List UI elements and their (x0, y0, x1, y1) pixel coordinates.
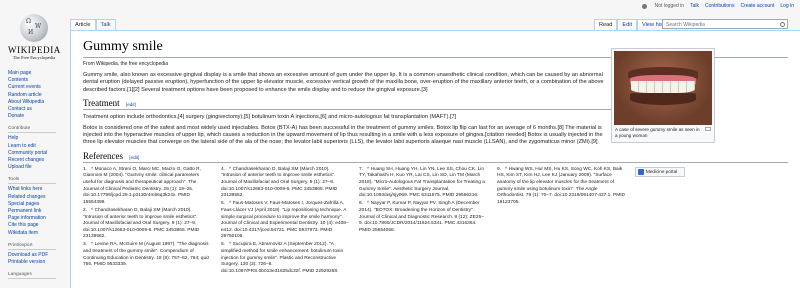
sidebar-item-help[interactable]: Help (8, 135, 70, 142)
search-input[interactable]: Search Wikipedia (662, 19, 788, 29)
sidebar-item-recent-changes[interactable]: Recent changes (8, 157, 70, 164)
gummy-smile-photo[interactable] (614, 51, 712, 125)
sidebar-item-contact-us[interactable]: Contact us (8, 106, 70, 113)
reference-item: 4. ^ Chandrasekharan D, Balaji SM (March … (221, 167, 349, 200)
sidebar-item-about-wikipedia[interactable]: About Wikipedia (8, 99, 70, 106)
tab-edit[interactable]: Edit (617, 19, 638, 30)
treatment-heading: Treatment [edit] (83, 98, 613, 111)
enlarge-icon[interactable] (705, 127, 711, 131)
nav-group-navigation: Main page Contents Current events Random ar… (8, 70, 70, 120)
thumbnail[interactable]: A case of severe gummy smile as seen in … (611, 48, 715, 143)
references-heading: References [edit] (83, 151, 788, 163)
globe-icon: ΩWИ (20, 14, 48, 42)
personal-toolbar: Not logged in Talk Contributions Create acc… (0, 0, 800, 12)
sidebar-item-community-portal[interactable]: Community portal (8, 150, 70, 157)
medicine-portal-label: Medicine portal (646, 168, 678, 174)
reference-item: 1. ^ Monaco A, Streni O, Marci MC, Marzo … (83, 167, 211, 207)
reference-item: 6. ^ Sucupira E, Abramovitz A (September … (221, 242, 349, 275)
sidebar-item-cite-this-page[interactable]: Cite this page (8, 222, 70, 229)
reference-text: ^ Monaco A, Streni O, Marci MC, Marzo G,… (83, 166, 201, 205)
user-icon (641, 3, 647, 9)
intro-paragraph: Gummy smile, also known as excessive gin… (83, 72, 604, 93)
reference-text: ^ Hwang WS, Hur MS, Hu KS, Song WC, Koh … (497, 166, 626, 205)
tab-talk[interactable]: Talk (95, 19, 116, 30)
sidebar-item-download-as-pdf[interactable]: Download as PDF (8, 252, 70, 259)
logo-tagline: The Free Encyclopedia (12, 55, 56, 60)
sidebar-item-special-pages[interactable]: Special pages (8, 201, 70, 208)
personal-contributions[interactable]: Contributions (705, 3, 734, 9)
nav-heading-languages: Languages (8, 272, 56, 280)
reference-item: 5. ^ Faus-Matoses V, Faus-Matoses I, Jorq… (221, 201, 349, 241)
edit-references-link[interactable]: edit (131, 155, 138, 160)
reference-text: ^ Nayyar P, Kumar P, Nayyar PV, Singh A … (359, 201, 484, 233)
tab-article[interactable]: Article (70, 19, 96, 30)
sidebar-item-page-information[interactable]: Page information (8, 215, 70, 222)
nav-heading-contribute: Contribute (8, 126, 56, 134)
nav-heading-tools: Tools (8, 177, 56, 185)
sidebar-item-learn-to-edit[interactable]: Learn to edit (8, 143, 70, 150)
reference-text: ^ Huang SH, Huang YH, Lin YN, Lee SS, Ch… (359, 166, 485, 199)
sidebar-item-random-article[interactable]: Random article (8, 92, 70, 99)
personal-links: Not logged in Talk Contributions Create acc… (641, 3, 794, 9)
reference-item: 7. ^ Huang SH, Huang YH, Lin YN, Lee SS, … (359, 167, 487, 200)
namespace-tabs: Article Talk (70, 19, 116, 30)
reference-text: ^ Chandrasekharan D, Balaji SM (March 20… (83, 207, 200, 240)
reference-text: ^ Faus-Matoses V, Faus-Matoses I, Jorque… (221, 201, 349, 240)
reference-item: 8. ^ Nayyar P, Kumar P, Nayyar PV, Singh … (359, 201, 487, 234)
reference-number: 5. (221, 201, 226, 207)
nav-group-print-export: Print/export Download as PDF Printable ver… (8, 243, 70, 266)
reference-item: 3. ^ Levine RA, McGuire M (August 1997). … (83, 242, 211, 268)
reference-item: 2. ^ Chandrasekharan D, Balaji SM (March … (83, 208, 211, 241)
references-list: 1. ^ Monaco A, Streni O, Marci MC, Marzo … (83, 166, 788, 277)
treatment-paragraph-2: Botox is considered one of the safest an… (83, 124, 603, 146)
reference-item: 9. ^ Hwang WS, Hur MS, Hu KS, Song WC, Ko… (497, 167, 625, 207)
personal-log-in[interactable]: Log in (780, 3, 794, 9)
sidebar-item-wikidata-item[interactable]: Wikidata item (8, 230, 70, 237)
logo-wordmark: WIKIPEDIA (8, 45, 61, 55)
nav-group-contribute: Contribute Help Learn to edit Community por… (8, 126, 70, 171)
reference-column: 9. ^ Hwang WS, Hur MS, Hu KS, Song WC, Ko… (497, 167, 625, 277)
sidebar-item-contents[interactable]: Contents (8, 77, 70, 84)
reference-column: 4. ^ Chandrasekharan D, Balaji SM (March … (221, 167, 349, 277)
search-placeholder: Search Wikipedia (666, 22, 705, 28)
thumbnail-caption: A case of severe gummy smile as seen in … (614, 125, 712, 140)
reference-column: 1. ^ Monaco A, Streni O, Marci MC, Marzo … (83, 167, 211, 277)
nav-heading-print-export: Print/export (8, 243, 56, 250)
personal-not-logged-in: Not logged in (654, 3, 685, 9)
sidebar-item-what-links-here[interactable]: What links here (8, 186, 70, 193)
sidebar-item-current-events[interactable]: Current events (8, 84, 70, 91)
medicine-portal-icon (638, 168, 644, 175)
search-icon[interactable] (780, 22, 785, 27)
wikipedia-logo[interactable]: ΩWИ WIKIPEDIA The Free Encyclopedia (8, 14, 60, 60)
personal-talk[interactable]: Talk (690, 3, 699, 9)
sidebar-item-printable-version[interactable]: Printable version (8, 259, 70, 266)
sidebar-item-upload-file[interactable]: Upload file (8, 164, 70, 171)
tab-read[interactable]: Read (594, 19, 618, 30)
sidebar-item-permanent-link[interactable]: Permanent link (8, 208, 70, 215)
sidebar: Main page Contents Current events Random ar… (8, 70, 70, 285)
medicine-portal-link[interactable]: Medicine portal (635, 166, 685, 177)
reference-column: 7. ^ Huang SH, Huang YH, Lin YN, Lee SS, … (359, 167, 487, 277)
sidebar-item-related-changes[interactable]: Related changes (8, 194, 70, 201)
sidebar-item-main-page[interactable]: Main page (8, 70, 70, 77)
personal-create-account[interactable]: Create account (740, 3, 774, 9)
reference-text: ^ Chandrasekharan D, Balaji SM (March 20… (221, 166, 338, 199)
edit-treatment-link[interactable]: edit (127, 102, 134, 107)
nav-group-tools: Tools What links here Related changes Speci… (8, 177, 70, 236)
reference-number: 3. (83, 242, 88, 248)
nav-group-languages: Languages (8, 272, 70, 280)
reference-number: 8. (359, 201, 364, 207)
reference-number: 2. (83, 207, 88, 213)
sidebar-item-donate[interactable]: Donate (8, 113, 70, 120)
reference-number: 6. (221, 242, 226, 248)
reference-text: ^ Levine RA, McGuire M (August 1997). "T… (83, 242, 210, 268)
treatment-paragraph-1: Treatment option include orthodontics,[4… (83, 114, 457, 121)
reference-text: ^ Sucupira E, Abramovitz A (September 20… (221, 242, 344, 274)
